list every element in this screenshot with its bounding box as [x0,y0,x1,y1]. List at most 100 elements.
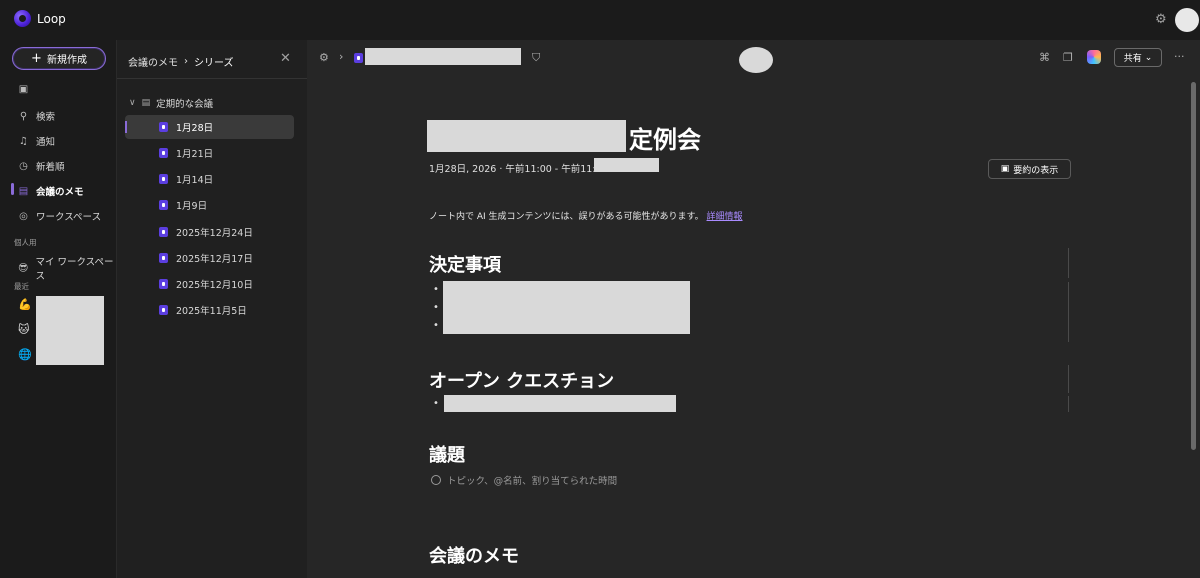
folder-recurring[interactable]: ∨ ▤ 定期的な会議 [129,96,213,110]
nav-item-label: 新着順 [36,162,65,173]
redacted-page-title [365,48,521,65]
presence-avatar[interactable] [739,47,773,73]
apps-icon[interactable]: ⌘ [1039,51,1050,64]
loop-page-icon [159,227,168,237]
clock-icon: ◷ [19,160,28,172]
learn-more-link[interactable]: 詳細情報 [707,212,743,222]
share-button[interactable]: 共有 ⌄ [1114,48,1162,67]
app-name: Loop [37,11,66,26]
search-icon: ⚲ [19,110,28,122]
meeting-meta: 1月28日, 2026 · 午前11:00 - 午前11:30 · [429,164,614,175]
page-item-label: 2025年11月5日 [176,306,247,317]
notes-icon: ▤ [18,185,29,197]
gear-icon[interactable]: ⚙ [1155,12,1167,27]
page-item-label: 1月28日 [176,123,214,134]
nav-item-label: 会議のメモ [36,187,84,198]
nav-item-workspaces[interactable]: ◎ ワークスペース [18,209,101,224]
breadcrumb-root[interactable]: 会議のメモ [128,54,178,69]
nav-item-label: 通知 [36,137,56,148]
new-button[interactable]: + 新規作成 [12,47,106,70]
bullet: • [433,284,439,295]
loop-page-icon [159,200,168,210]
redacted-title-prefix [427,120,626,152]
breadcrumb-current: シリーズ [194,58,234,69]
page-item[interactable]: 1月21日 [125,141,294,165]
left-nav: + 新規作成 ▣ ⚲ 検索 ♫ 通知 ◷ 新着順 ▤ 会議のメモ ◎ ワークスペ… [0,40,116,578]
new-button-label: 新規作成 [46,55,87,66]
loop-page-icon [159,174,168,184]
page-item-label: 1月9日 [176,201,208,212]
section-decisions[interactable]: 決定事項 [429,251,501,277]
top-bar: Loop ⚙ [0,0,1200,40]
redacted-question [444,395,676,412]
show-summary-button[interactable]: ▣ 要約の表示 [988,159,1071,179]
chevron-right-icon: › [339,50,344,63]
redacted-recent-items [36,296,104,365]
comment-rail [1068,248,1069,278]
chevron-down-icon: ∨ [129,98,136,108]
page-item[interactable]: 1月9日 [125,193,294,217]
section-recent: 最近 [14,282,29,291]
comment-rail [1068,396,1069,412]
nav-item-label: 検索 [36,112,56,123]
chevron-down-icon: ⌄ [1144,52,1153,63]
divider [117,78,308,79]
loop-page-icon [159,305,168,315]
muscle-icon[interactable]: 💪 [18,298,32,311]
page-title[interactable]: 定例会 [629,120,701,155]
loop-page-icon [354,53,363,63]
page-item[interactable]: 2025年12月10日 [125,272,294,296]
loop-logo-icon [14,10,31,27]
bullet: • [433,302,439,313]
folder-label: 定期的な会議 [156,99,214,110]
active-indicator [11,183,14,195]
page-item-label: 1月21日 [176,149,214,160]
copilot-icon[interactable] [1087,50,1101,64]
breadcrumb: 会議のメモ › シリーズ [128,54,234,69]
series-panel: 会議のメモ › シリーズ ✕ ∨ ▤ 定期的な会議 1月28日 1月21日 1月… [116,40,308,578]
nav-item-notifications[interactable]: ♫ 通知 [18,134,56,149]
share-label: 共有 [1123,54,1142,64]
page-item-label: 1月14日 [176,175,214,186]
agenda-input[interactable]: トピック、@名前、割り当てられた時間 [431,473,617,487]
comment-rail [1068,282,1069,342]
avatar[interactable] [1175,8,1199,32]
page-icon: ▤ [141,98,151,108]
loop-page-icon [159,279,168,289]
page-item[interactable]: 1月28日 [125,115,294,139]
redacted-meta [594,158,659,172]
globe-icon[interactable]: 🌐 [18,348,32,361]
page-item[interactable]: 1月14日 [125,167,294,191]
character-icon[interactable]: 🐱 [18,323,29,336]
nav-item-label: マイ ワークスペース [35,257,114,282]
comment-rail [1068,365,1069,393]
close-icon[interactable]: ✕ [280,51,291,66]
nav-item-recent[interactable]: ◷ 新着順 [18,159,65,174]
plus-icon: + [31,51,42,66]
section-personal: 個人用 [14,238,37,247]
page-item-label: 2025年12月24日 [176,228,253,239]
more-button[interactable]: ··· [1174,50,1185,63]
bullet: • [433,398,439,409]
workspace-icon[interactable]: ⚙ [319,51,329,64]
nav-item-my-workspace[interactable]: 😎 マイ ワークスペース [18,254,116,282]
app-logo[interactable]: Loop [14,10,66,27]
section-open-questions[interactable]: オープン クエスチョン [429,367,614,393]
chevron-right-icon: › [184,56,188,67]
shield-icon[interactable]: ⛉ [532,51,540,65]
nav-item-meeting-notes[interactable]: ▤ 会議のメモ [18,184,84,199]
copy-icon[interactable]: ❐ [1063,51,1073,64]
loop-page-icon [159,122,168,132]
page-item[interactable]: 2025年12月17日 [125,246,294,270]
scrollbar[interactable] [1191,82,1196,450]
section-agenda[interactable]: 議題 [429,441,465,467]
circle-icon[interactable] [431,475,441,485]
section-meeting-notes[interactable]: 会議のメモ [429,542,519,568]
summary-label: 要約の表示 [1013,165,1059,176]
nav-item-recent-view[interactable]: ▣ [18,84,29,95]
page-item[interactable]: 2025年12月24日 [125,220,294,244]
emoji-icon: 😎 [18,262,29,274]
page-item[interactable]: 2025年11月5日 [125,298,294,322]
nav-item-search[interactable]: ⚲ 検索 [18,109,56,124]
page-item-label: 2025年12月10日 [176,280,253,291]
